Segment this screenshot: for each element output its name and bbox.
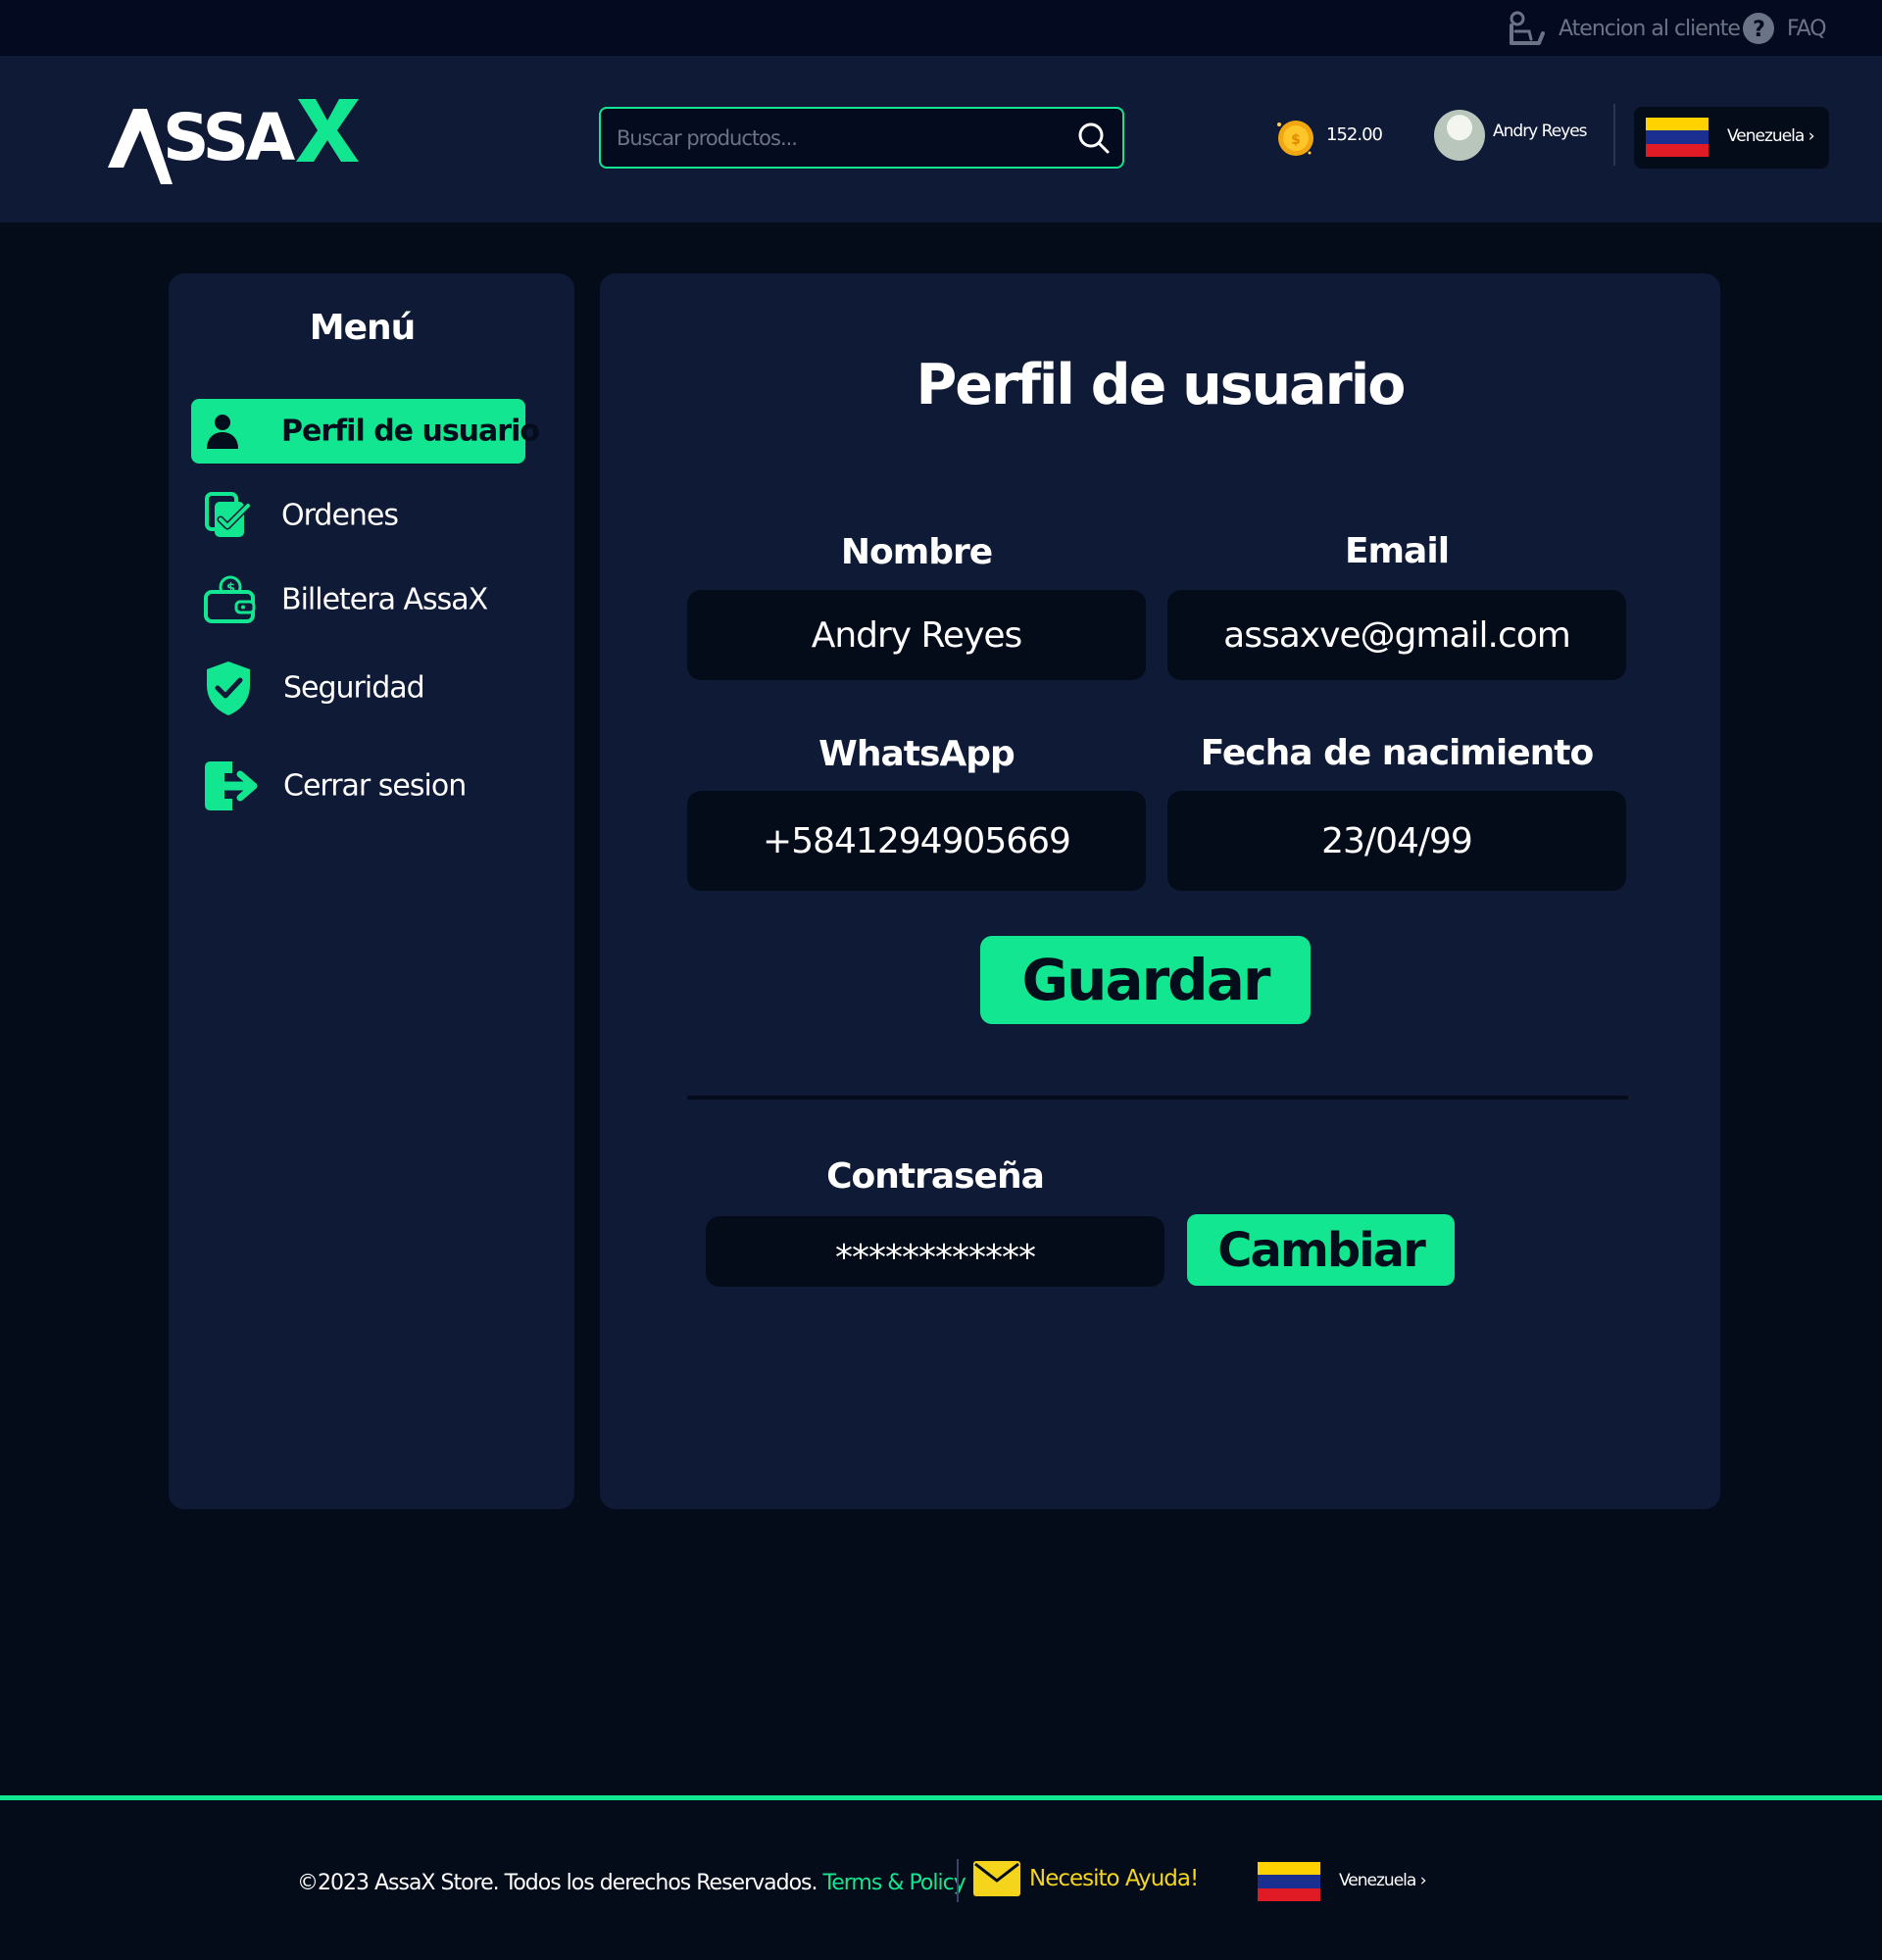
copyright-text: ©2023 AssaX Store. Todos los derechos Re…	[297, 1871, 966, 1895]
terms-policy-link[interactable]: Terms & Policy	[823, 1871, 966, 1895]
help-circle-icon: ?	[1743, 13, 1774, 44]
assax-logo[interactable]: SSA	[106, 91, 361, 189]
chevron-right-icon: ›	[1808, 126, 1815, 146]
venezuela-flag-icon	[1646, 118, 1709, 157]
sidebar-item-wallet[interactable]: $ Billetera AssaX	[191, 567, 525, 632]
name-label: Nombre	[840, 532, 993, 572]
password-input[interactable]	[706, 1216, 1164, 1287]
sidebar-item-label: Perfil de usuario	[281, 414, 540, 449]
header-divider	[1613, 104, 1615, 166]
page-title: Perfil de usuario	[916, 353, 1407, 417]
customer-support-label: Atencion al cliente	[1559, 16, 1741, 41]
save-button[interactable]: Guardar	[980, 936, 1311, 1024]
whatsapp-field[interactable]	[687, 791, 1146, 891]
name-field[interactable]	[687, 590, 1146, 680]
sidebar-menu: Menú Perfil de usuario Ordenes $ Billete…	[169, 273, 574, 1509]
user-icon	[207, 415, 238, 449]
birthdate-input[interactable]	[1167, 791, 1626, 891]
birthdate-label: Fecha de nacimiento	[1200, 733, 1595, 773]
avatar[interactable]	[1434, 110, 1485, 161]
whatsapp-label: WhatsApp	[818, 734, 1015, 774]
change-password-button[interactable]: Cambiar	[1187, 1214, 1455, 1286]
help-link[interactable]: Necesito Ayuda!	[973, 1857, 1199, 1900]
wallet-icon: $	[204, 575, 256, 623]
customer-support-link[interactable]: Atencion al cliente	[1506, 10, 1741, 47]
svg-text:?: ?	[1753, 18, 1764, 42]
footer-country-selector[interactable]: Venezuela ›	[1246, 1851, 1441, 1913]
svg-text:$: $	[1291, 132, 1301, 148]
sidebar-item-profile[interactable]: Perfil de usuario	[191, 399, 540, 464]
search-icon[interactable]	[1077, 122, 1111, 155]
password-field[interactable]	[706, 1216, 1164, 1287]
coin-icon: $	[1277, 121, 1313, 156]
wallet-balance: 152.00	[1326, 124, 1383, 145]
footer-divider	[957, 1859, 959, 1902]
sidebar-item-label: Seguridad	[283, 670, 425, 706]
mail-icon	[973, 1861, 1020, 1896]
section-divider	[687, 1096, 1628, 1100]
name-input[interactable]	[687, 590, 1146, 680]
logout-icon	[205, 761, 258, 810]
faq-label: FAQ	[1787, 16, 1827, 41]
sidebar-item-label: Cerrar sesion	[283, 768, 467, 804]
orders-check-icon	[205, 492, 252, 537]
sidebar-item-orders[interactable]: Ordenes	[191, 483, 525, 548]
whatsapp-input[interactable]	[687, 791, 1146, 891]
svg-text:SSA: SSA	[163, 100, 295, 175]
email-label: Email	[1344, 531, 1450, 571]
password-label: Contraseña	[826, 1156, 1045, 1197]
country-selector[interactable]: Venezuela ›	[1634, 107, 1829, 169]
faq-link[interactable]: ? FAQ	[1742, 10, 1827, 47]
sidebar-item-logout[interactable]: Cerrar sesion	[191, 754, 525, 818]
email-input[interactable]	[1167, 590, 1626, 680]
search-input[interactable]	[617, 109, 1048, 167]
shield-check-icon	[207, 662, 250, 715]
top-utility-bar: Atencion al cliente ? FAQ	[0, 0, 1882, 56]
site-footer: ©2023 AssaX Store. Todos los derechos Re…	[0, 1795, 1882, 1960]
search-box[interactable]	[599, 107, 1124, 169]
site-header: SSA $ 152.00 Andry Reyes Venezuela ›	[0, 56, 1882, 222]
sidebar-item-label: Ordenes	[281, 498, 399, 533]
sidebar-item-security[interactable]: Seguridad	[191, 656, 525, 720]
profile-panel: Perfil de usuario Nombre Email WhatsApp …	[600, 273, 1720, 1509]
birthdate-field[interactable]	[1167, 791, 1626, 891]
help-label: Necesito Ayuda!	[1029, 1866, 1199, 1891]
email-field[interactable]	[1167, 590, 1626, 680]
sidebar-item-label: Billetera AssaX	[281, 582, 488, 617]
venezuela-flag-icon	[1258, 1862, 1320, 1901]
country-label: Venezuela ›	[1339, 1871, 1427, 1890]
support-agent-icon	[1510, 11, 1545, 45]
chevron-right-icon: ›	[1419, 1871, 1427, 1890]
country-label: Venezuela ›	[1727, 126, 1815, 146]
menu-title: Menú	[309, 308, 417, 348]
user-name[interactable]: Andry Reyes	[1493, 122, 1588, 141]
